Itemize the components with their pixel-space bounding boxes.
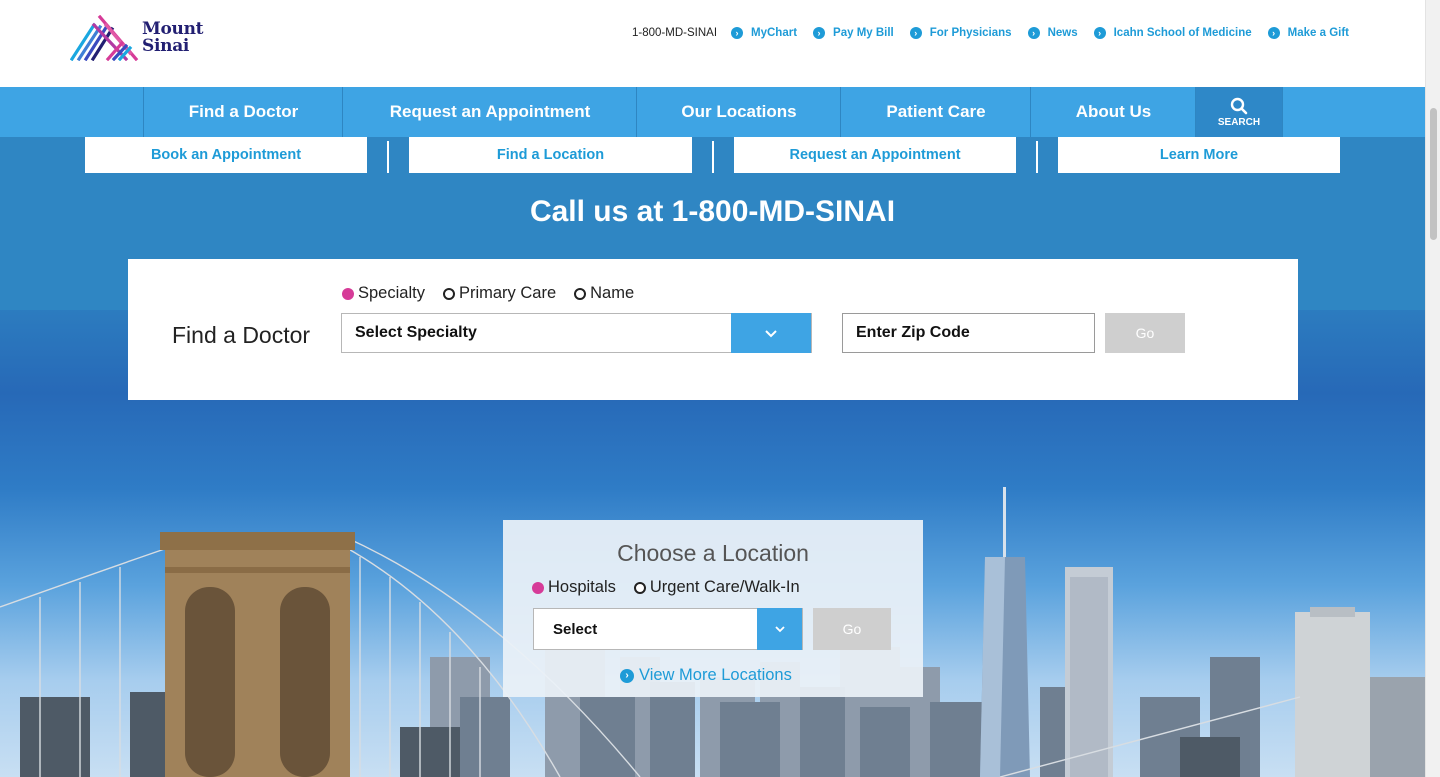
util-link-gift[interactable]: › Make a Gift [1267,27,1349,39]
search-label: SEARCH [1217,116,1261,128]
radio-unselected-indicator [633,581,646,594]
choose-location-panel: Choose a Location Hospitals Urgent Care/… [503,520,923,697]
radio-selected-indicator [342,287,354,300]
nav-patient-care[interactable]: Patient Care [840,87,1031,137]
chevron-right-circle-icon: › [1267,27,1280,39]
find-doctor-panel: Find a Doctor Specialty Primary Care Nam… [128,259,1298,400]
util-link-pay-bill[interactable]: › Pay My Bill [813,27,894,39]
nav-search-button[interactable]: SEARCH [1195,87,1283,137]
radio-unselected-indicator [574,287,587,300]
util-link-icahn[interactable]: › Icahn School of Medicine [1093,27,1252,39]
phone-number[interactable]: 1-800-MD-SINAI [632,27,717,39]
nav-find-doctor[interactable]: Find a Doctor [143,87,343,137]
hero-section: Book an Appointment Find a Location Requ… [0,137,1425,777]
search-icon [1230,97,1248,114]
logo-mark-icon [70,15,139,61]
radio-primary-care[interactable]: Primary Care [442,284,556,303]
util-link-news[interactable]: › News [1027,27,1078,39]
utility-nav: 1-800-MD-SINAI › MyChart › Pay My Bill › Fo… [632,27,1349,39]
radio-specialty[interactable]: Specialty [342,284,425,303]
location-select[interactable]: Select [533,608,803,650]
chevron-right-circle-icon: › [620,668,634,683]
nav-about-us[interactable]: About Us [1030,87,1196,137]
util-link-mychart[interactable]: › MyChart [731,27,797,39]
radio-urgent-care[interactable]: Urgent Care/Walk-In [633,578,800,597]
nav-request-appointment[interactable]: Request an Appointment [342,87,637,137]
chevron-down-icon[interactable] [757,608,802,650]
quick-link-divider [1036,141,1038,173]
chevron-down-icon[interactable] [731,313,811,353]
radio-hospitals[interactable]: Hospitals [532,578,616,597]
quick-link-learn-more[interactable]: Learn More [1058,137,1340,173]
scrollbar-thumb[interactable] [1430,108,1437,240]
logo-text: Mount Sinai [142,19,204,56]
call-us-heading: Call us at 1-800-MD-SINAI [529,195,896,228]
chevron-right-circle-icon: › [1093,27,1106,39]
chevron-right-circle-icon: › [1027,27,1040,39]
specialty-select[interactable]: Select Specialty [341,313,812,353]
location-options: Hospitals Urgent Care/Walk-In [532,578,818,597]
find-doctor-go-button[interactable]: Go [1105,313,1185,353]
chevron-right-circle-icon: › [813,27,826,39]
location-go-button[interactable]: Go [813,608,891,650]
main-nav: Find a Doctor Request an Appointment Our… [0,87,1425,137]
chevron-right-circle-icon: › [731,27,744,39]
radio-selected-indicator [532,581,544,594]
find-doctor-options: Specialty Primary Care Name [342,284,652,303]
quick-link-divider [712,141,714,173]
choose-location-title: Choose a Location [617,540,809,566]
chevron-right-circle-icon: › [909,27,922,39]
page-scrollbar[interactable] [1425,0,1440,777]
quick-link-find-location[interactable]: Find a Location [409,137,692,173]
zip-code-input[interactable]: Enter Zip Code [842,313,1095,353]
radio-unselected-indicator [442,287,455,300]
quick-link-request-appointment[interactable]: Request an Appointment [734,137,1016,173]
quick-link-book-appointment[interactable]: Book an Appointment [85,137,367,173]
util-link-physicians[interactable]: › For Physicians [909,27,1012,39]
view-more-locations-link[interactable]: › View More Locations [620,666,792,685]
radio-name[interactable]: Name [574,284,634,303]
find-doctor-title: Find a Doctor [172,322,311,348]
quick-link-divider [387,141,389,173]
nav-our-locations[interactable]: Our Locations [636,87,841,137]
mount-sinai-logo[interactable]: Mount Sinai [70,14,210,62]
site-header: Mount Sinai 1-800-MD-SINAI › MyChart › Pay… [0,0,1425,87]
